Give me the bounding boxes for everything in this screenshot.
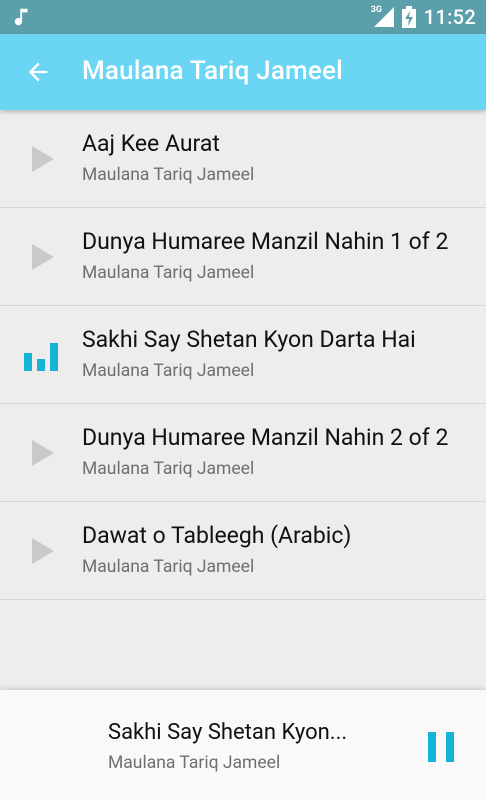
track-artist: Maulana Tariq Jameel	[82, 361, 255, 381]
app-bar: Maulana Tariq Jameel	[0, 34, 486, 110]
track-title: Aaj Kee Aurat	[82, 130, 220, 157]
track-artist: Maulana Tariq Jameel	[82, 263, 255, 283]
track-list: Aaj Kee Aurat Maulana Tariq Jameel Dunya…	[0, 110, 486, 600]
track-row[interactable]: Aaj Kee Aurat Maulana Tariq Jameel	[0, 110, 486, 208]
play-icon	[32, 244, 54, 270]
track-row[interactable]: Dunya Humaree Manzil Nahin 2 of 2 Maulan…	[0, 404, 486, 502]
clock: 11:52	[423, 5, 476, 29]
track-row[interactable]: Sakhi Say Shetan Kyon Darta Hai Maulana …	[0, 306, 486, 404]
pause-icon[interactable]	[428, 732, 454, 762]
equalizer-icon	[24, 343, 58, 371]
page-title: Maulana Tariq Jameel	[82, 56, 343, 86]
play-icon	[32, 146, 54, 172]
play-icon	[32, 440, 54, 466]
track-artist: Maulana Tariq Jameel	[82, 557, 255, 577]
music-note-icon	[14, 8, 28, 26]
track-artist: Maulana Tariq Jameel	[82, 165, 255, 185]
play-icon	[32, 538, 54, 564]
status-bar: 3G 11:52	[0, 0, 486, 34]
track-title: Sakhi Say Shetan Kyon Darta Hai	[82, 326, 416, 353]
track-row[interactable]: Dunya Humaree Manzil Nahin 1 of 2 Maulan…	[0, 208, 486, 306]
now-playing-bar[interactable]: Sakhi Say Shetan Kyon... Maulana Tariq J…	[0, 690, 486, 800]
signal-icon	[373, 7, 394, 27]
back-arrow-icon[interactable]	[24, 58, 52, 86]
track-artist: Maulana Tariq Jameel	[82, 459, 255, 479]
battery-icon	[401, 6, 416, 28]
now-playing-artist: Maulana Tariq Jameel	[108, 753, 281, 773]
now-playing-title: Sakhi Say Shetan Kyon...	[108, 720, 348, 745]
track-title: Dunya Humaree Manzil Nahin 1 of 2	[82, 228, 449, 255]
track-title: Dawat o Tableegh (Arabic)	[82, 522, 352, 549]
track-title: Dunya Humaree Manzil Nahin 2 of 2	[82, 424, 449, 451]
track-row[interactable]: Dawat o Tableegh (Arabic) Maulana Tariq …	[0, 502, 486, 600]
